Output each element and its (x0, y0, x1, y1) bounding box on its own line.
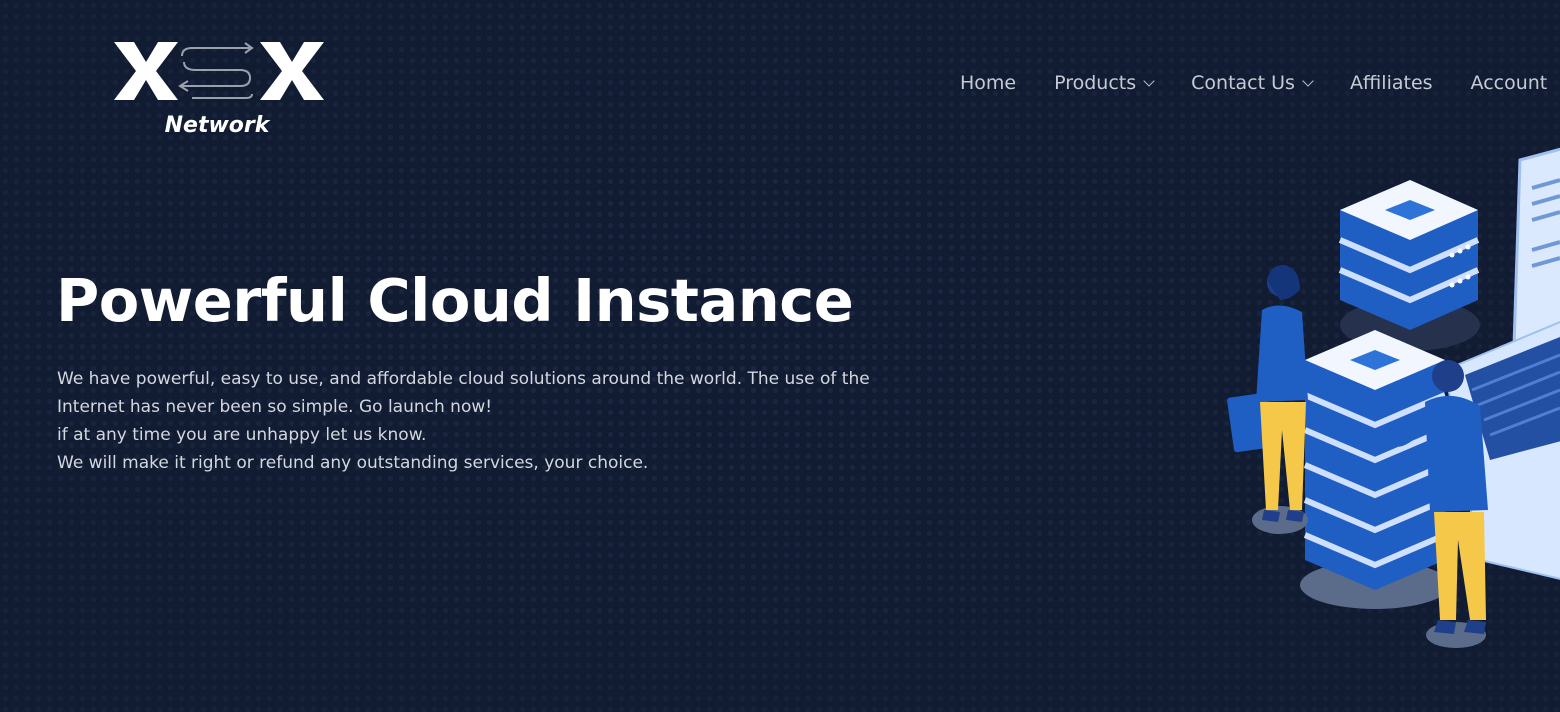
chevron-down-icon (1302, 74, 1314, 87)
hero-description: We have powerful, easy to use, and affor… (57, 365, 917, 477)
main-nav: Home Products Contact Us Affiliates Acco… (960, 72, 1560, 94)
nav-contact-us[interactable]: Contact Us (1191, 72, 1314, 94)
server-stack-front-icon (1300, 330, 1450, 609)
nav-products[interactable]: Products (1054, 72, 1155, 94)
nav-contact-us-label: Contact Us (1191, 72, 1295, 94)
nav-account[interactable]: Account (1471, 72, 1548, 94)
page: Network Home Products Contact Us Affilia… (0, 0, 1560, 712)
xsx-logo-icon: Network (114, 42, 324, 138)
hero-line-2: if at any time you are unhappy let us kn… (57, 425, 427, 445)
nav-account-label: Account (1470, 72, 1548, 94)
brand-tagline: Network (165, 113, 271, 138)
cloud-server-illustration (1220, 140, 1560, 660)
nav-home[interactable]: Home (960, 72, 1016, 94)
server-illustration-icon (1227, 147, 1560, 648)
server-stack-back-icon (1338, 180, 1480, 351)
nav-affiliates-label: Affiliates (1349, 72, 1433, 94)
brand-logo[interactable]: Network (112, 34, 327, 142)
nav-home-label: Home (960, 72, 1017, 94)
person-left-icon (1227, 265, 1308, 534)
chevron-down-icon (1143, 74, 1155, 87)
hero-line-1: We have powerful, easy to use, and affor… (57, 369, 870, 417)
nav-affiliates[interactable]: Affiliates (1350, 72, 1433, 94)
nav-products-label: Products (1054, 72, 1137, 94)
hero-title: Powerful Cloud Instance (56, 266, 854, 335)
hero-line-3: We will make it right or refund any outs… (57, 453, 649, 473)
